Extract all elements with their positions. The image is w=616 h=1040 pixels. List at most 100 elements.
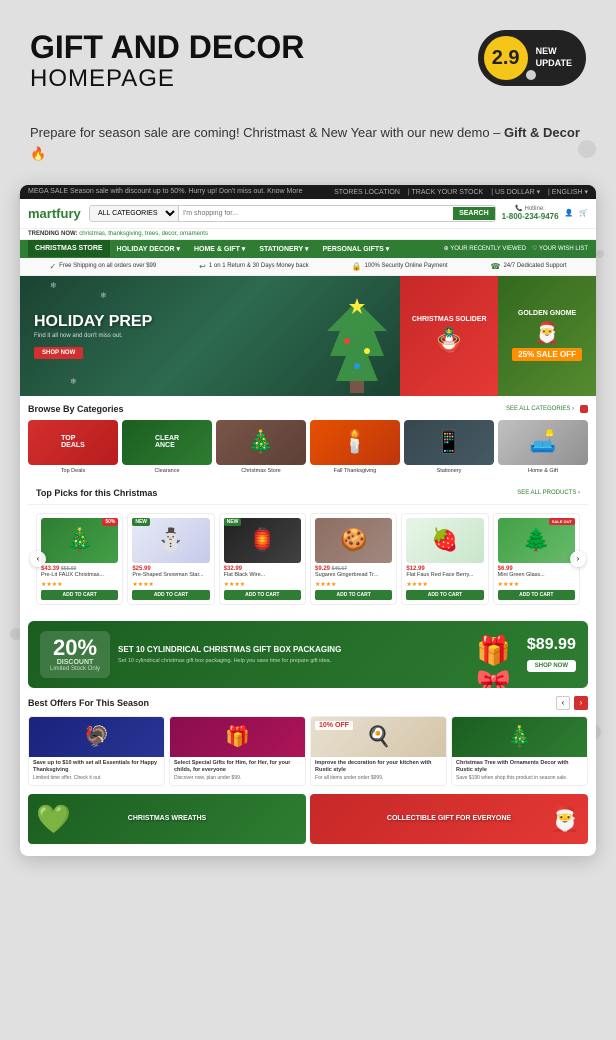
user-icon[interactable]: 👤 — [565, 209, 574, 217]
site-logo[interactable]: martfury — [28, 206, 83, 221]
navbar: martfury ALL CATEGORIES SEARCH 📞 Hotline… — [20, 199, 596, 229]
category-home[interactable]: 🛋️ Home & Gift — [498, 420, 588, 474]
products-arrow-left[interactable]: ‹ — [30, 551, 46, 567]
product-card-4: 🍪 $9.29 $46.67 Sugarex Gingerbread Tr...… — [310, 513, 397, 605]
offer-img-3: 🍳 10% OFF — [311, 717, 446, 757]
teaser-wreaths[interactable]: 💚 CHRISTMAS WREATHS — [28, 794, 306, 844]
collectible-emoji: 🎅 — [550, 804, 580, 833]
offer-img-4: 🎄 — [452, 717, 587, 757]
version-label: NEW UPDATE — [536, 46, 572, 69]
teaser-collectible[interactable]: Collectible Gift for Everyone 🎅 — [310, 794, 588, 844]
hero-main-text: HOLIDAY PREP Find it all now and don't m… — [34, 313, 152, 359]
offers-prev-btn[interactable]: ‹ — [556, 696, 570, 710]
trust-bar: ✓ Free Shipping on all orders over $99 ↩… — [20, 258, 596, 276]
snowflake-1: ❄ — [50, 281, 57, 290]
page-title-line2: HOMEPAGE — [30, 65, 304, 93]
add-to-cart-btn-3[interactable]: ADD TO CART — [224, 590, 301, 600]
offer-desc-4: Save $190 when shop this product in seas… — [456, 775, 583, 782]
language-link[interactable]: | ENGLISH ▾ — [548, 189, 588, 196]
phone-number: 1-800-234-9476 — [502, 212, 559, 221]
offer-title-2: Select Special Gifts for Him, for Her, f… — [174, 760, 301, 774]
nav-item-home[interactable]: HOME & GIFT ▾ — [187, 240, 252, 258]
hero-card-gnome: Golden Gnome 🎅 25% SALE OFF — [498, 276, 596, 396]
product-card-3: NEW 🏮 $32.99 Flat Black Wire... ★★★★ ADD… — [219, 513, 306, 605]
support-icon: ☎ — [491, 262, 501, 271]
add-to-cart-btn-5[interactable]: ADD TO CART — [406, 590, 483, 600]
currency-link[interactable]: | US DOLLAR ▾ — [491, 189, 540, 196]
best-offers-title: Best Offers For This Season — [28, 698, 149, 708]
category-select[interactable]: ALL CATEGORIES — [90, 206, 179, 221]
soldier-decoration: 🪆 — [434, 326, 464, 355]
offers-nav: ‹ › — [556, 696, 588, 710]
preview-wrapper: MEGA SALE Season sale with discount up t… — [0, 185, 616, 876]
decor-dot-2 — [526, 70, 536, 80]
product-name-1: Pre-Lit FAUX Christmas... — [41, 572, 118, 579]
cat-name-fall: Fall Thanksgiving — [334, 468, 377, 474]
preview-container: MEGA SALE Season sale with discount up t… — [20, 185, 596, 856]
snowflake-2: ❄ — [100, 291, 107, 300]
category-stationery[interactable]: 📱 Stationery — [404, 420, 494, 474]
promo-discount-block: 20% DISCOUNT Limited Stock Only — [40, 631, 110, 678]
nav-item-holiday[interactable]: HOLIDAY DECOR ▾ — [110, 240, 187, 258]
soldier-title: CHRISTMAS SOLIDER — [412, 316, 487, 324]
products-section: Top Picks for this Christmas SEE ALL PRO… — [20, 482, 596, 621]
product-stars-5: ★★★★ — [406, 581, 483, 588]
page-background: GIFT AND DECOR HOMEPAGE 2.9 NEW UPDATE P… — [0, 0, 616, 1040]
nav-menu-right: ⊕ YOUR RECENTLY VIEWED ♡ YOUR WISH LIST — [444, 245, 588, 252]
nav-indicator — [580, 405, 588, 413]
products-arrow-right[interactable]: › — [570, 551, 586, 567]
promo-title: SET 10 CYLINDRICAL CHRISTMAS GIFT BOX PA… — [118, 645, 461, 655]
category-fall[interactable]: 🕯️ Fall Thanksgiving — [310, 420, 400, 474]
add-to-cart-btn-6[interactable]: ADD TO CART — [498, 590, 575, 600]
product-card-5: 🍓 $12.99 Flat Faux Red Face Berry... ★★★… — [401, 513, 488, 605]
gnome-decoration: 🎅 — [535, 320, 560, 345]
offers-next-btn[interactable]: › — [574, 696, 588, 710]
offers-grid: 🦃 Save up to $10 with set all Essentials… — [28, 716, 588, 786]
description-section: Prepare for season sale are coming! Chri… — [0, 113, 616, 185]
product-name-2: Pre-Shaped Snowman Star... — [132, 572, 209, 579]
add-to-cart-btn-2[interactable]: ADD TO CART — [132, 590, 209, 600]
products-grid: ‹ 50% 🎄 $43.39 $55.69 Pre-Lit FAUX Chris… — [28, 505, 588, 613]
recently-viewed[interactable]: ⊕ YOUR RECENTLY VIEWED — [444, 245, 526, 252]
offer-desc-3: For all items under order $999. — [315, 775, 442, 782]
cart-icon[interactable]: 🛒 — [579, 209, 588, 217]
offer-body-2: Select Special Gifts for Him, for Her, f… — [170, 757, 305, 785]
cat-name-stationery: Stationery — [437, 468, 462, 474]
see-all-products[interactable]: SEE ALL PRODUCTS › — [517, 490, 580, 496]
offer-desc-1: Limited time offer. Check it out. — [33, 775, 160, 782]
see-all-categories[interactable]: SEE ALL CATEGORIES › — [506, 406, 574, 412]
nav-item-personal[interactable]: PERSONAL GIFTS ▾ — [315, 240, 396, 258]
promo-shop-button[interactable]: SHOP NOW — [527, 660, 576, 672]
search-input[interactable] — [179, 207, 453, 220]
offer-card-2[interactable]: 🎁 Select Special Gifts for Him, for Her,… — [169, 716, 306, 786]
trending-tags[interactable]: christmas, thanksgiving, trees, decor, o… — [79, 231, 208, 237]
nav-item-stationery[interactable]: STATIONERY ▾ — [252, 240, 315, 258]
navbar-icons: 👤 🛒 — [565, 209, 588, 217]
category-clearance[interactable]: CLEARANCE Clearance — [122, 420, 212, 474]
wish-list[interactable]: ♡ YOUR WISH LIST — [532, 245, 588, 252]
product-image-4: 🍪 — [315, 518, 392, 563]
offer-card-4[interactable]: 🎄 Christmas Tree with Ornaments Decor wi… — [451, 716, 588, 786]
product-stars-6: ★★★★ — [498, 581, 575, 588]
hero-shop-button[interactable]: SHOP NOW — [34, 347, 83, 359]
stores-link[interactable]: STORES LOCATION — [334, 189, 400, 196]
add-to-cart-btn-4[interactable]: ADD TO CART — [315, 590, 392, 600]
nav-menu: CHRISTMAS STORE HOLIDAY DECOR ▾ HOME & G… — [20, 240, 596, 258]
offer-img-2: 🎁 — [170, 717, 305, 757]
promo-text-block: SET 10 CYLINDRICAL CHRISTMAS GIFT BOX PA… — [118, 645, 461, 663]
tree-svg — [322, 296, 392, 396]
search-button[interactable]: SEARCH — [453, 207, 495, 220]
gift-emoji: 🎁🎀 — [469, 634, 519, 688]
category-christmas[interactable]: 🎄 Christmas Store — [216, 420, 306, 474]
track-link[interactable]: | TRACK YOUR STOCK — [408, 189, 483, 196]
nav-item-christmas[interactable]: CHRISTMAS STORE — [28, 240, 110, 257]
offer-card-3[interactable]: 🍳 10% OFF Improve the decoration for you… — [310, 716, 447, 786]
product-name-6: Mini Green Glass... — [498, 572, 575, 579]
promo-banner: 20% DISCOUNT Limited Stock Only SET 10 C… — [28, 621, 588, 688]
offer-body-4: Christmas Tree with Ornaments Decor with… — [452, 757, 587, 785]
product-name-4: Sugarex Gingerbread Tr... — [315, 572, 392, 579]
offer-card-1[interactable]: 🦃 Save up to $10 with set all Essentials… — [28, 716, 165, 786]
add-to-cart-btn-1[interactable]: ADD TO CART — [41, 590, 118, 600]
category-top-deals[interactable]: TOPDEALS Top Deals — [28, 420, 118, 474]
return-icon: ↩ — [199, 262, 206, 271]
